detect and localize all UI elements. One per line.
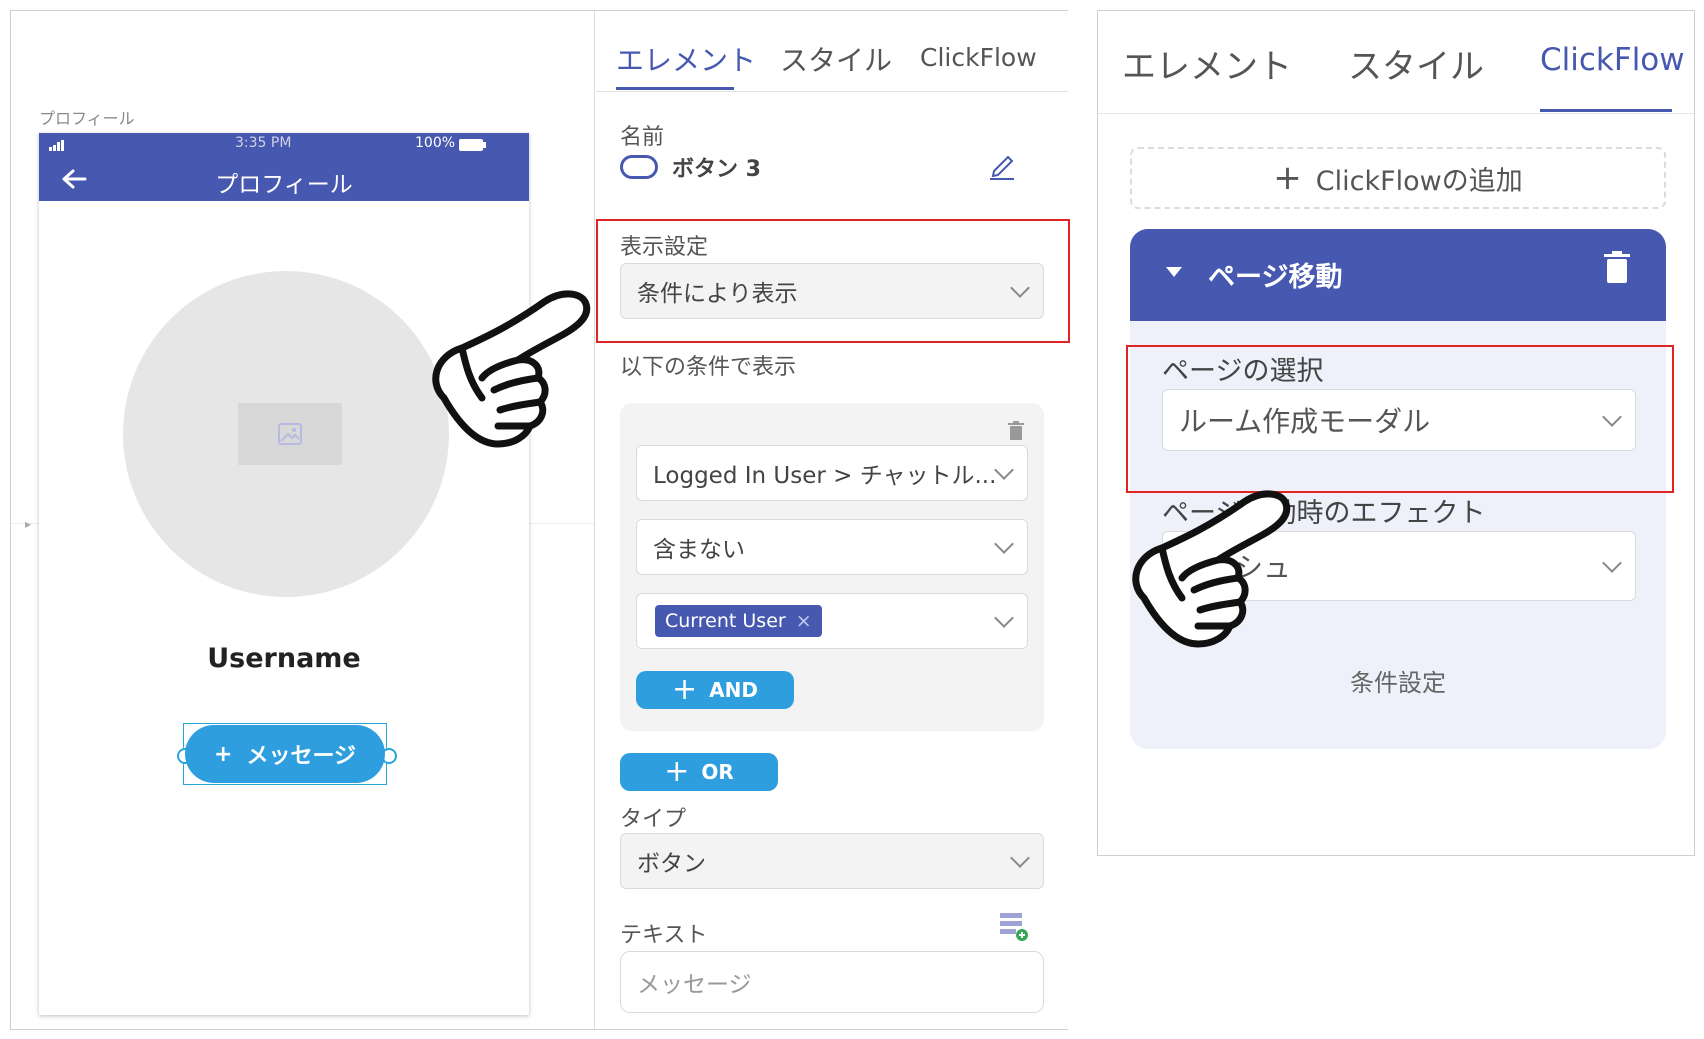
condition-operator-value: 含まない	[653, 537, 745, 563]
add-clickflow-label: ClickFlowの追加	[1315, 165, 1523, 197]
image-placeholder	[238, 403, 342, 465]
image-icon	[278, 423, 302, 445]
page-select-highlight	[1126, 345, 1674, 493]
or-label: OR	[701, 760, 734, 784]
tab-element[interactable]: エレメント	[616, 39, 756, 79]
tab-divider	[596, 91, 1068, 92]
text-input-placeholder: メッセージ	[637, 972, 752, 998]
name-label: 名前	[620, 125, 665, 150]
and-label: AND	[709, 678, 758, 702]
condition-value-select[interactable]: Current User ×	[636, 593, 1028, 649]
status-battery-percent: 100%	[415, 135, 456, 151]
chevron-down-icon	[1010, 848, 1030, 868]
signal-icon	[49, 140, 64, 151]
display-setting-select[interactable]: 条件により表示	[620, 263, 1044, 319]
chevron-down-icon	[1602, 553, 1622, 573]
trash-icon[interactable]	[1604, 251, 1630, 283]
plus-icon: +	[672, 672, 698, 707]
phone-frame[interactable]: 3:35 PM 100% プロフィール Username + メッセージ	[39, 133, 529, 1015]
database-add-icon[interactable]	[1000, 913, 1028, 943]
status-bar: 3:35 PM 100%	[39, 133, 529, 157]
condition-group: Logged In User > チャットル... 含まない Current U…	[620, 403, 1044, 731]
header-title: プロフィール	[215, 172, 353, 198]
message-button[interactable]: + メッセージ	[185, 725, 385, 783]
tab-style[interactable]: スタイル	[1348, 39, 1484, 88]
condition-settings-link[interactable]: 条件設定	[1130, 663, 1666, 698]
chevron-down-icon	[994, 534, 1014, 554]
tab-clickflow[interactable]: ClickFlow	[920, 43, 1037, 72]
collapse-caret-icon[interactable]	[1166, 267, 1182, 279]
flow-header[interactable]: ページ移動	[1130, 229, 1666, 321]
tab-divider	[1098, 113, 1694, 114]
edit-pencil-icon[interactable]	[988, 151, 1016, 181]
trash-icon[interactable]	[1008, 421, 1024, 441]
active-tab-indicator	[1540, 109, 1672, 112]
battery-icon	[459, 139, 486, 151]
condition-field-select[interactable]: Logged In User > チャットル...	[636, 445, 1028, 501]
plus-icon: +	[664, 754, 690, 789]
type-select[interactable]: ボタン	[620, 833, 1044, 889]
condition-operator-select[interactable]: 含まない	[636, 519, 1028, 575]
chevron-down-icon	[1010, 278, 1030, 298]
chevron-down-icon	[994, 608, 1014, 628]
tab-clickflow[interactable]: ClickFlow	[1540, 42, 1685, 78]
display-setting-label: 表示設定	[620, 235, 709, 260]
add-clickflow-button[interactable]: + ClickFlowの追加	[1130, 147, 1666, 209]
element-name: ボタン 3	[672, 157, 761, 182]
text-label: テキスト	[620, 923, 708, 948]
tab-style[interactable]: スタイル	[780, 39, 892, 79]
text-input[interactable]: メッセージ	[620, 951, 1044, 1013]
tab-element[interactable]: エレメント	[1122, 39, 1292, 88]
type-label: タイプ	[620, 807, 687, 832]
type-value: ボタン	[637, 851, 706, 877]
condition-field-value: Logged In User > チャットル...	[653, 463, 997, 489]
design-canvas[interactable]: ▸ プロフィール 3:35 PM 100% プロフィール Username + …	[11, 11, 595, 1029]
tag-label: Current User	[665, 610, 786, 632]
button-shape-icon	[620, 155, 658, 179]
clickflow-panel: エレメント スタイル ClickFlow + ClickFlowの追加 ページ移…	[1097, 10, 1695, 856]
canvas-arrow-icon: ▸	[25, 517, 32, 531]
editor-window: ▸ プロフィール 3:35 PM 100% プロフィール Username + …	[10, 10, 1070, 1030]
page-caption: プロフィール	[39, 109, 135, 128]
current-user-tag: Current User ×	[655, 605, 822, 637]
phone-header: プロフィール	[39, 157, 529, 201]
plus-icon: +	[1273, 158, 1302, 198]
status-time: 3:35 PM	[235, 135, 292, 151]
pointing-hand-icon	[432, 290, 591, 448]
flow-title: ページ移動	[1208, 262, 1343, 293]
display-setting-value: 条件により表示	[637, 281, 798, 307]
add-or-button[interactable]: + OR	[620, 753, 778, 791]
chevron-down-icon	[994, 460, 1014, 480]
condition-label: 以下の条件で表示	[620, 355, 797, 380]
username-text: Username	[207, 643, 361, 674]
active-tab-indicator	[616, 87, 734, 90]
plus-icon: +	[214, 741, 233, 767]
pointing-hand-icon	[1132, 490, 1291, 648]
message-button-label: メッセージ	[246, 744, 356, 769]
tag-remove-icon[interactable]: ×	[796, 610, 812, 632]
add-and-button[interactable]: + AND	[636, 671, 794, 709]
properties-panel: エレメント スタイル ClickFlow 名前 ボタン 3 表示設定 条件により…	[596, 11, 1070, 1029]
avatar-image[interactable]	[123, 271, 449, 597]
